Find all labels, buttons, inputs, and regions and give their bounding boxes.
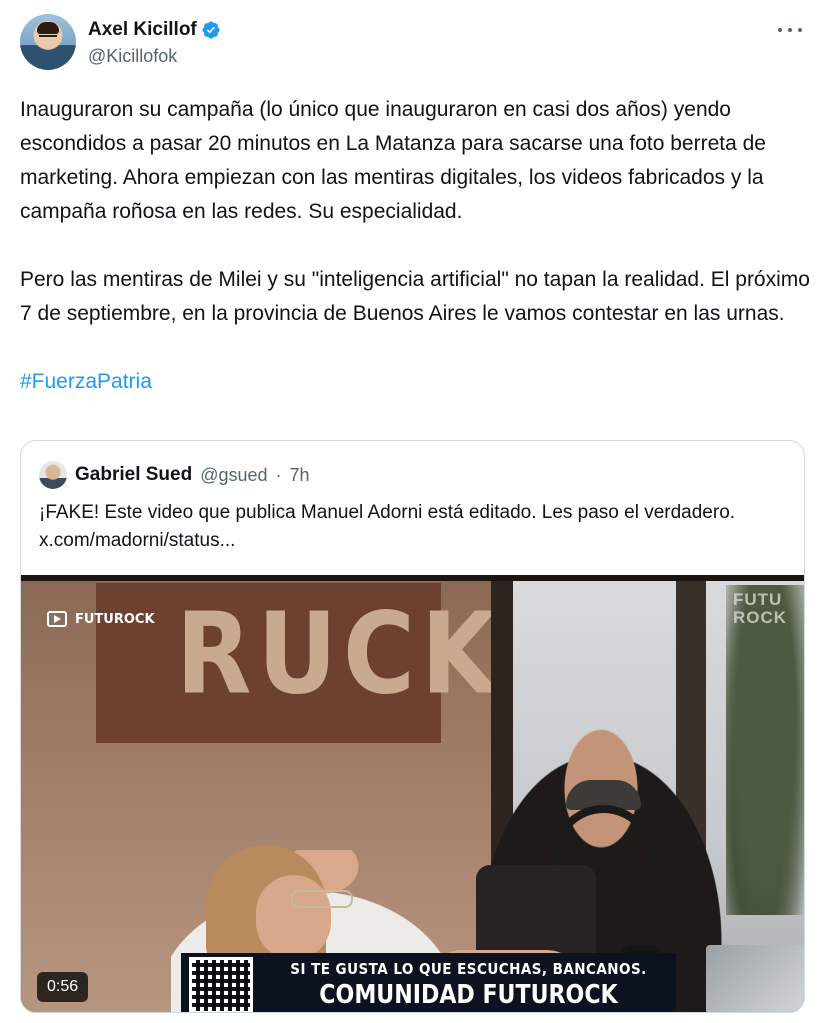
play-logo-icon — [47, 611, 67, 627]
video-sign-text: RUCK — [176, 589, 503, 721]
author-avatar[interactable] — [20, 14, 76, 70]
verified-badge-icon — [202, 21, 220, 39]
more-options-icon[interactable] — [778, 20, 802, 40]
quoted-tweet-text-block: ¡FAKE! Este video que publica Manuel Ado… — [39, 499, 779, 555]
video-banner-line-2: COMUNIDAD FUTUROCK — [319, 980, 618, 1010]
video-channel-logo: FUTUROCK — [47, 611, 155, 627]
hashtag-link[interactable]: #FuerzaPatria — [20, 370, 152, 393]
quoted-tweet-link[interactable]: x.com/madorni/status... — [39, 530, 235, 551]
author-name-block: Axel Kicillof @Kicillofok — [88, 18, 221, 68]
quoted-author-avatar[interactable] — [39, 461, 67, 489]
avatar-hair — [37, 22, 59, 34]
tweet-body: Inauguraron su campaña (lo único que ina… — [20, 93, 810, 399]
quoted-author-handle[interactable]: @gsued — [200, 465, 267, 486]
tweet-header: Axel Kicillof @Kicillofok — [20, 14, 810, 74]
more-dot — [798, 28, 802, 32]
video-channel-logo-text: FUTUROCK — [75, 611, 155, 627]
video-window-logo: FUTU ROCK — [733, 591, 787, 627]
quoted-separator: · — [275, 464, 282, 485]
video-window-text-1: FUTU — [733, 590, 783, 609]
quoted-tweet-card[interactable]: Gabriel Sued @gsued · 7h ¡FAKE! Este vid… — [20, 440, 805, 1013]
video-window-text-2: ROCK — [733, 608, 788, 627]
more-dot — [778, 28, 782, 32]
quoted-author-name[interactable]: Gabriel Sued — [75, 464, 192, 486]
video-duration-badge: 0:56 — [37, 972, 89, 1002]
video-banner-line-1: SI TE GUSTA LO QUE ESCUCHAS, BANCANOS. — [290, 960, 647, 978]
video-woman-face — [256, 875, 331, 960]
quoted-tweet-header: Gabriel Sued @gsued · 7h — [39, 461, 310, 489]
tweet-paragraph-2: Pero las mentiras de Milei y su "intelig… — [20, 268, 810, 325]
author-display-name-row[interactable]: Axel Kicillof — [88, 18, 221, 42]
video-woman-glasses — [291, 890, 353, 908]
quoted-timestamp[interactable]: 7h — [290, 465, 310, 486]
qr-code-icon — [189, 957, 253, 1012]
author-display-name[interactable]: Axel Kicillof — [88, 18, 197, 42]
quoted-tweet-text: ¡FAKE! Este video que publica Manuel Ado… — [39, 502, 736, 523]
video-player[interactable]: RUCK FUTU ROCK FUTUROCK SI TE GUSTA LO Q… — [21, 575, 804, 1012]
author-handle[interactable]: @Kicillofok — [88, 44, 221, 68]
avatar-glasses — [39, 35, 57, 39]
tweet-paragraph-1: Inauguraron su campaña (lo único que ina… — [20, 98, 766, 223]
video-laptop — [706, 945, 804, 1012]
more-dot — [788, 28, 792, 32]
